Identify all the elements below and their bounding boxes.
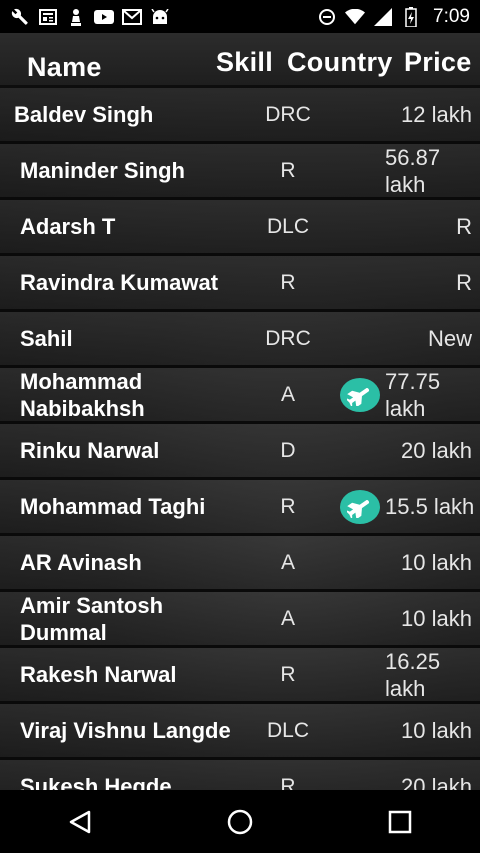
list-item[interactable]: Sahil DRC New	[0, 312, 480, 368]
list-item[interactable]: Mohammad Nabibakhsh A 77.75 lakh	[0, 368, 480, 424]
list-item[interactable]: Maninder Singh R 56.87 lakh	[0, 144, 480, 200]
player-name: AR Avinash	[20, 550, 142, 575]
wrench-icon	[10, 8, 30, 26]
status-bar: 7:09	[0, 0, 480, 33]
navigation-bar	[0, 790, 480, 853]
header-name: Name	[27, 52, 102, 82]
player-name: Baldev Singh	[14, 102, 154, 127]
player-skill: DLC	[266, 214, 309, 238]
youtube-icon	[94, 8, 114, 26]
player-price: 77.75 lakh	[385, 368, 441, 421]
player-skill: R	[280, 494, 296, 518]
home-icon	[227, 809, 253, 834]
player-price: R	[456, 270, 472, 295]
signal-icon	[373, 7, 393, 26]
player-skill: DRC	[265, 326, 311, 350]
wifi-icon	[345, 8, 366, 26]
player-price: 10 lakh	[401, 550, 472, 575]
player-price: 56.87 lakh	[385, 144, 441, 197]
player-price: 20 lakh	[401, 774, 472, 790]
player-price: 20 lakh	[401, 438, 472, 463]
player-skill: R	[280, 270, 296, 294]
player-price: R	[456, 214, 472, 239]
list-item[interactable]: Ravindra Kumawat R R	[0, 256, 480, 312]
back-icon	[69, 810, 91, 833]
player-price: 16.25 lakh	[385, 648, 441, 701]
list-item[interactable]: Rinku Narwal D 20 lakh	[0, 424, 480, 480]
table-header: Name Skill Country Price	[0, 33, 480, 88]
clock: 7:09	[433, 5, 470, 27]
android-icon	[150, 8, 170, 26]
player-name: Adarsh T	[20, 214, 116, 239]
list-item[interactable]: Mohammad Taghi R 15.5 lakh	[0, 480, 480, 536]
player-skill: A	[280, 550, 295, 574]
player-skill: R	[280, 774, 296, 791]
recents-icon	[388, 810, 412, 833]
list-item[interactable]: Sukesh Hegde R 20 lakh	[0, 760, 480, 790]
player-name: Maninder Singh	[20, 158, 185, 183]
player-name: Sahil	[20, 326, 73, 351]
player-name: Amir Santosh Dummal	[20, 592, 164, 645]
header-skill: Skill	[216, 47, 274, 77]
airplane-icon	[340, 378, 380, 412]
back-button[interactable]	[50, 797, 110, 847]
recents-button[interactable]	[370, 797, 430, 847]
player-price: 12 lakh	[401, 102, 472, 127]
airplane-icon	[340, 490, 380, 524]
home-button[interactable]	[210, 797, 270, 847]
list-item[interactable]: Rakesh Narwal R 16.25 lakh	[0, 648, 480, 704]
player-name: Sukesh Hegde	[20, 774, 172, 790]
player-skill: R	[280, 158, 296, 182]
player-name: Rinku Narwal	[20, 438, 160, 463]
player-name: Mohammad Nabibakhsh	[20, 368, 145, 421]
system-status: 7:09	[317, 6, 470, 28]
player-price: 10 lakh	[401, 606, 472, 631]
list-item[interactable]: Baldev Singh DRC 12 lakh	[0, 88, 480, 144]
player-name: Rakesh Narwal	[20, 662, 177, 687]
header-country: Country	[287, 47, 393, 77]
battery-icon	[401, 6, 421, 27]
player-price: 10 lakh	[401, 718, 472, 743]
player-skill: DRC	[265, 102, 311, 126]
list-item[interactable]: Amir Santosh Dummal A 10 lakh	[0, 592, 480, 648]
newspaper-icon	[38, 8, 58, 26]
player-skill: A	[280, 606, 295, 630]
player-skill: A	[280, 382, 295, 406]
player-skill: D	[280, 438, 296, 462]
notification-icons	[10, 8, 170, 26]
player-price: 15.5 lakh	[385, 494, 475, 519]
player-skill: R	[280, 662, 296, 686]
mail-icon	[122, 8, 142, 26]
list-item[interactable]: Adarsh T DLC R	[0, 200, 480, 256]
data-saver-icon	[317, 8, 337, 26]
header-price: Price	[404, 47, 472, 77]
player-name: Viraj Vishnu Langde	[20, 718, 231, 743]
player-price: New	[427, 326, 472, 351]
chess-pawn-icon	[66, 8, 86, 26]
player-skill: DLC	[266, 718, 309, 742]
player-name: Ravindra Kumawat	[20, 270, 219, 295]
player-list[interactable]: Baldev Singh DRC 12 lakh Maninder Singh R 56.…	[0, 88, 480, 790]
list-item[interactable]: AR Avinash A 10 lakh	[0, 536, 480, 592]
list-item[interactable]: Viraj Vishnu Langde DLC 10 lakh	[0, 704, 480, 760]
player-name: Mohammad Taghi	[20, 494, 206, 519]
